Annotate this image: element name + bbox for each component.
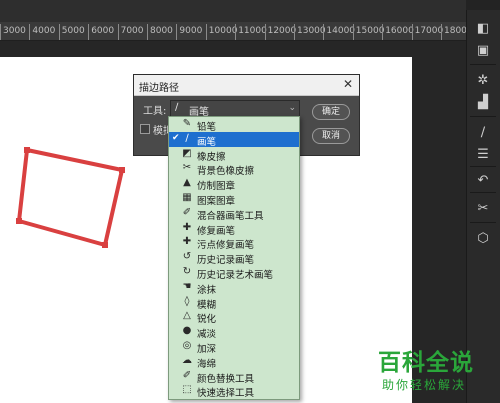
spot-healing-icon: ✚ xyxy=(182,236,192,248)
3d-cube-icon[interactable]: ⬡ xyxy=(473,228,493,248)
brush-icon: ∕ xyxy=(185,132,189,144)
eraser-icon: ◩ xyxy=(182,147,192,159)
ruler-tick-label: 14000 xyxy=(323,24,356,40)
menu-item[interactable]: ↺ 历史记录画笔 xyxy=(169,250,299,266)
history-brush-icon: ↺ xyxy=(182,251,192,263)
healing-brush-icon: ✚ xyxy=(182,221,192,233)
tool-label: 工具: xyxy=(143,106,167,117)
menu-item[interactable]: ◊ 模糊 xyxy=(169,295,299,311)
smudge-icon: ☚ xyxy=(182,280,192,292)
watermark-title: 百科全说 xyxy=(378,350,474,376)
clone-stamp-icon: ▲ xyxy=(183,177,191,189)
tools-icon[interactable]: ✂ xyxy=(473,198,493,218)
menu-item[interactable]: ✚ 修复画笔 xyxy=(169,221,299,237)
sliders-icon[interactable]: ☰ xyxy=(473,144,493,164)
chevron-down-icon: ⌄ xyxy=(288,103,296,113)
menu-item[interactable]: ✎ 铅笔 xyxy=(169,117,299,133)
menu-item[interactable]: ● 减淡 xyxy=(169,324,299,340)
histogram-icon[interactable]: ▟ xyxy=(473,92,493,112)
sharpen-icon: △ xyxy=(183,310,191,322)
dialog-title: 描边路径 xyxy=(139,83,179,94)
menu-item[interactable]: △ 锐化 xyxy=(169,309,299,325)
menu-item[interactable]: ◩ 橡皮擦 xyxy=(169,147,299,163)
menu-item[interactable]: ↻ 历史记录艺术画笔 xyxy=(169,265,299,281)
checkmark-icon: ✔ xyxy=(172,132,180,143)
ruler-tick-label: 13000 xyxy=(294,24,326,40)
menu-item[interactable]: ✐ 颜色替换工具 xyxy=(169,369,299,385)
menu-item[interactable]: ▲ 仿制图章 xyxy=(169,176,299,192)
mixer-brush-icon: ✐ xyxy=(182,206,192,218)
burn-icon: ◎ xyxy=(182,340,192,351)
ruler-tick-label: 8000 xyxy=(147,24,173,40)
horizontal-ruler: 3000 4000 5000 6000 7000 8000 9000 10000 11000 12… xyxy=(0,22,466,41)
watermark-logo: 百科全说 助你轻松解决 xyxy=(372,343,492,399)
mask-icon[interactable]: ▣ xyxy=(473,40,493,60)
menu-item[interactable]: ✂ 背景色橡皮擦 xyxy=(169,161,299,177)
history-icon[interactable]: ↶ xyxy=(473,170,493,190)
ruler-tick-label: 4000 xyxy=(29,24,56,40)
menu-item[interactable]: ◎ 加深 xyxy=(169,339,299,355)
background-eraser-icon: ✂ xyxy=(182,162,192,174)
menu-item[interactable]: ✐ 混合器画笔工具 xyxy=(169,206,299,222)
brush-icon: ∕ xyxy=(175,102,179,113)
ruler-tick-label: 15000 xyxy=(352,24,385,40)
close-icon[interactable]: ✕ xyxy=(343,77,353,91)
menu-item[interactable]: ▦ 图案图章 xyxy=(169,191,299,207)
menu-item[interactable]: ⬚ 快速选择工具 xyxy=(169,383,299,400)
ruler-tick-label: 9000 xyxy=(176,24,203,40)
adjustments-icon[interactable]: ✲ xyxy=(473,70,493,90)
pattern-stamp-icon: ▦ xyxy=(182,192,192,203)
ruler-tick-label: 16000 xyxy=(382,24,414,40)
ruler-tick-label: 12000 xyxy=(264,24,297,40)
panel-collapse-bar[interactable] xyxy=(466,0,500,10)
art-history-brush-icon: ↻ xyxy=(182,266,192,277)
watermark-subtitle: 助你轻松解决 xyxy=(382,378,467,392)
ruler-tick-label: 5000 xyxy=(58,24,85,40)
menu-item[interactable]: ✔ ∕ 画笔 xyxy=(169,131,299,148)
ruler-tick-label: 1800 xyxy=(441,24,466,40)
menu-item[interactable]: ☚ 涂抹 xyxy=(169,280,299,296)
ruler-tick-label: 17000 xyxy=(411,24,444,40)
ruler-tick-label: 11000 xyxy=(235,24,267,40)
color-swatch-icon[interactable]: ◧ xyxy=(473,18,493,38)
ruler-tick-label: 10000 xyxy=(205,24,238,40)
cancel-button[interactable]: 取消 xyxy=(312,128,350,144)
ruler-tick-label: 3000 xyxy=(0,24,26,40)
dialog-titlebar: 描边路径 ✕ xyxy=(134,75,359,96)
menu-item-label: 快速选择工具 xyxy=(197,388,255,400)
ruler-tick-label: 7000 xyxy=(117,24,144,40)
ok-button[interactable]: 确定 xyxy=(312,104,350,120)
brush-settings-icon[interactable]: ∕ xyxy=(473,122,493,142)
dodge-icon: ● xyxy=(182,325,192,337)
color-replace-icon: ✐ xyxy=(182,369,192,381)
blur-icon: ◊ xyxy=(184,295,190,307)
sponge-icon: ☁ xyxy=(182,354,192,366)
tool-dropdown-menu: ✎ 铅笔 ✔ ∕ 画笔 ◩ 橡皮擦 ✂ 背景色橡皮擦 ▲ 仿制图章 ▦ 图案图章 ✐ 混合器画笔工具 ✚ 修复画… xyxy=(168,116,300,400)
pencil-icon: ✎ xyxy=(182,118,192,129)
ruler-tick-label: 6000 xyxy=(88,24,115,40)
window-titlebar xyxy=(0,0,466,22)
simulate-pressure-checkbox[interactable] xyxy=(140,124,150,134)
menu-item[interactable]: ☁ 海绵 xyxy=(169,354,299,370)
menu-item[interactable]: ✚ 污点修复画笔 xyxy=(169,235,299,251)
quick-select-icon: ⬚ xyxy=(182,384,192,396)
